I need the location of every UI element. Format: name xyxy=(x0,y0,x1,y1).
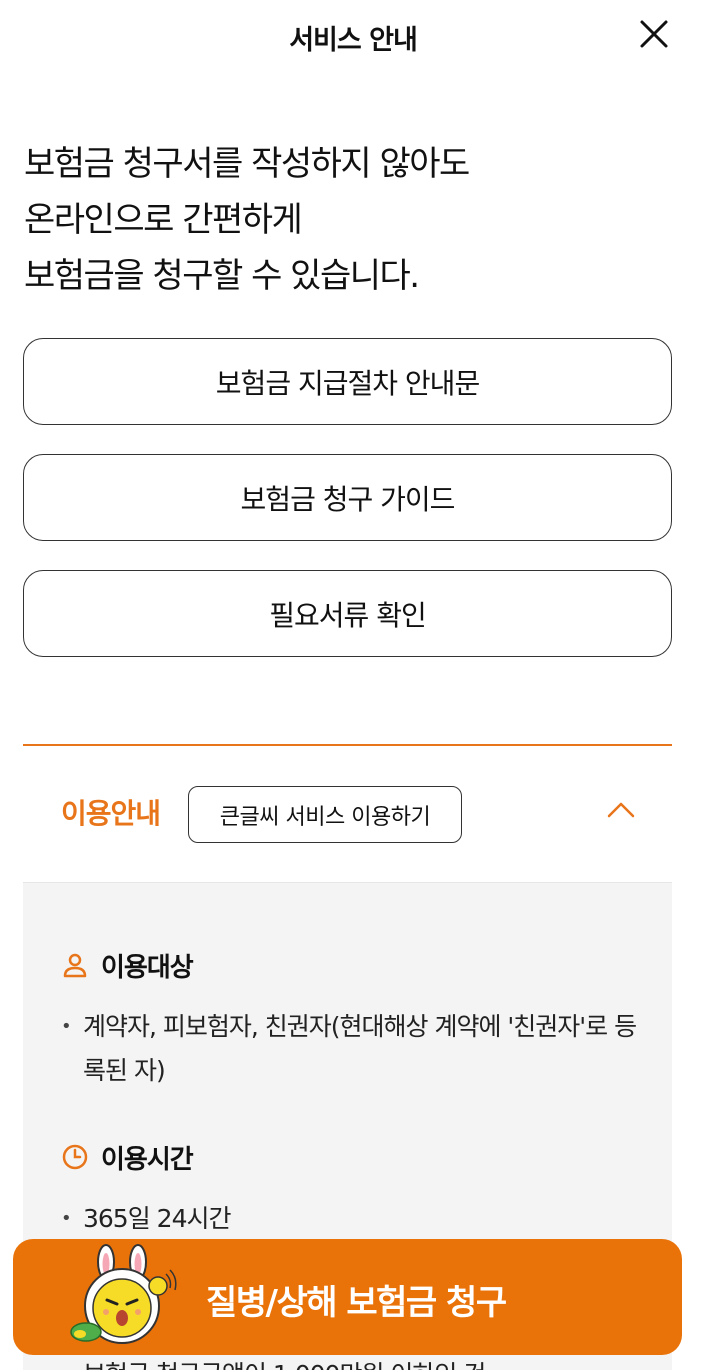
intro-line: 보험금을 청구할 수 있습니다. xyxy=(24,256,420,296)
rabbit-mascot-icon xyxy=(70,1244,177,1344)
intro-line: 온라인으로 간편하게 xyxy=(24,200,303,240)
cta-label: 질병/상해 보험금 청구 xyxy=(206,1283,507,1323)
usage-title: 이용안내 xyxy=(61,797,161,830)
required-docs-button[interactable]: 필요서류 확인 xyxy=(23,570,672,657)
target-heading-label: 이용대상 xyxy=(101,952,194,983)
hours-heading: 이용시간 xyxy=(61,1137,194,1177)
claim-guide-button[interactable]: 보험금 청구 가이드 xyxy=(23,454,672,541)
chevron-up-icon xyxy=(607,802,635,818)
clock-icon xyxy=(62,1144,88,1170)
hours-heading-label: 이용시간 xyxy=(101,1144,194,1175)
service-guide-page: 서비스 안내 보험금 청구서를 작성하지 않아도 온라인으로 간편하게 보험금을… xyxy=(0,0,706,1370)
page-title: 서비스 안내 xyxy=(289,25,418,56)
header: 서비스 안내 xyxy=(0,0,706,72)
person-icon xyxy=(63,953,87,978)
target-item: 계약자, 피보험자, 친권자(현대해상 계약에 '친권자'로 등록된 자) xyxy=(61,1005,641,1093)
intro-line: 보험금 청구서를 작성하지 않아도 xyxy=(24,144,470,184)
hours-item: 365일 24시간 xyxy=(61,1197,641,1241)
target-heading: 이용대상 xyxy=(61,945,194,985)
close-button[interactable] xyxy=(632,14,676,58)
payment-procedure-button[interactable]: 보험금 지급절차 안내문 xyxy=(23,338,672,425)
collapse-toggle[interactable] xyxy=(601,792,641,828)
intro-text: 보험금 청구서를 작성하지 않아도 온라인으로 간편하게 보험금을 청구할 수 … xyxy=(24,136,664,304)
close-icon xyxy=(640,20,668,48)
usage-section-header: 이용안내 큰글씨 서비스 이용하기 xyxy=(23,746,672,882)
partial-info-item: 보험금 청구금액이 1,000만원 이하인 건 xyxy=(61,1353,641,1370)
large-font-service-button[interactable]: 큰글씨 서비스 이용하기 xyxy=(188,786,462,843)
